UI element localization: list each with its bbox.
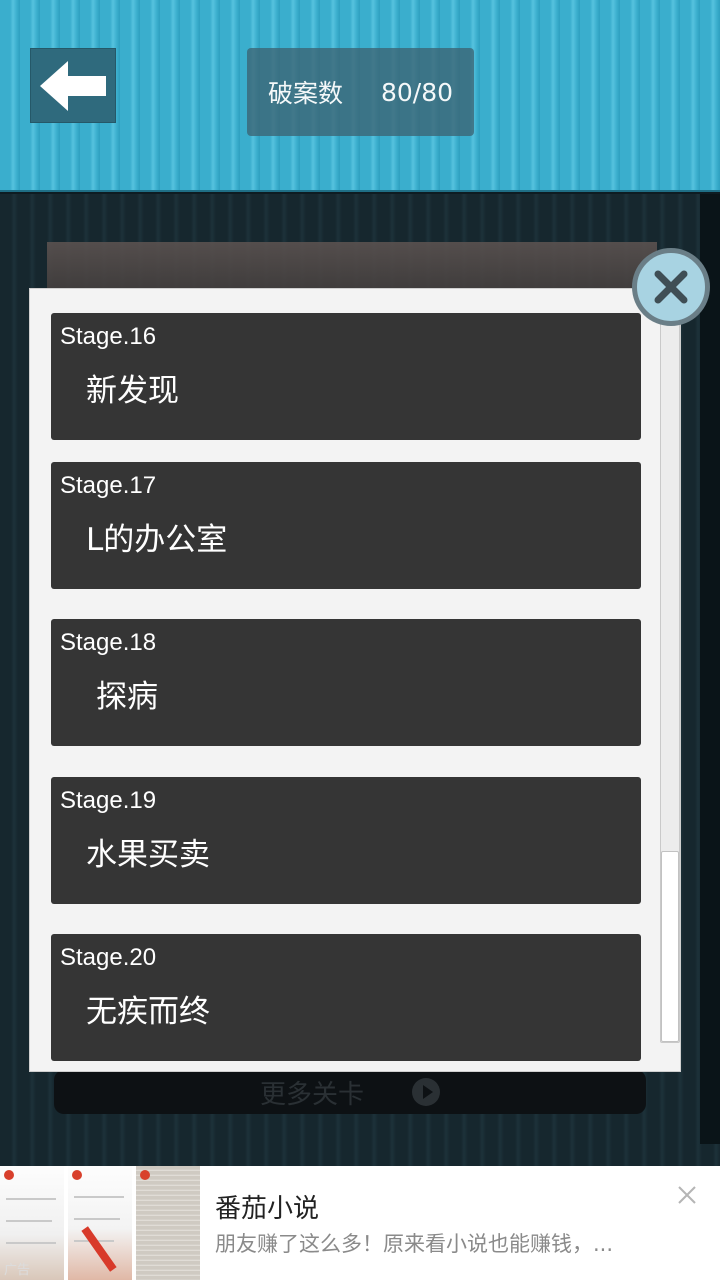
solved-counter: 破案数 80/80 (247, 48, 474, 136)
stage-card-17[interactable]: Stage.17 L的办公室 (51, 462, 641, 589)
app-logo-icon (4, 1170, 14, 1180)
stage-number: Stage.16 (60, 323, 157, 350)
solved-counter-value: 80/80 (380, 77, 454, 107)
ad-title: 番茄小说 (215, 1194, 320, 1224)
stage-card-18[interactable]: Stage.18 探病 (51, 619, 641, 746)
stage-title: 无疾而终 (86, 994, 210, 1030)
stage-card-20[interactable]: Stage.20 无疾而终 (51, 934, 641, 1061)
solved-counter-label: 破案数 (267, 79, 343, 108)
scrollbar-thumb[interactable] (661, 851, 679, 1042)
ad-thumbnail: 广告 (0, 1166, 66, 1280)
stage-number: Stage.17 (60, 472, 157, 499)
ad-close-icon[interactable] (674, 1182, 700, 1208)
close-icon (654, 270, 688, 304)
scene-edge (700, 194, 720, 1144)
app-logo-icon (72, 1170, 82, 1180)
ad-thumbnail (68, 1166, 134, 1280)
stage-number: Stage.19 (60, 787, 157, 814)
stage-title: 新发现 (86, 373, 179, 409)
ad-description: 朋友赚了这么多！原来看小说也能赚钱，... (215, 1232, 614, 1256)
ad-banner[interactable]: 广告 番茄小说 朋友赚了这么多！原来看小说也能赚钱，... (0, 1166, 720, 1280)
more-stages-label: 更多关卡 (259, 1079, 364, 1110)
stage-number: Stage.18 (60, 629, 157, 656)
play-icon (412, 1078, 440, 1106)
app-logo-icon (140, 1170, 150, 1180)
ad-thumbnail (136, 1166, 202, 1280)
stage-number: Stage.20 (60, 944, 157, 971)
ad-tag: 广告 (4, 1263, 31, 1278)
close-dialog-button[interactable] (632, 248, 710, 326)
back-button[interactable] (30, 48, 116, 123)
more-stages-button: 更多关卡 (54, 1070, 646, 1114)
back-arrow-icon (40, 60, 106, 111)
stage-card-16[interactable]: Stage.16 新发现 (51, 313, 641, 440)
top-bar: 破案数 80/80 (0, 0, 720, 192)
stage-select-dialog: Stage.16 新发现 Stage.17 L的办公室 Stage.18 探病 … (29, 288, 681, 1072)
stage-title: 探病 (96, 679, 158, 715)
stage-card-19[interactable]: Stage.19 水果买卖 (51, 777, 641, 904)
stage-title: 水果买卖 (86, 837, 210, 873)
stage-list[interactable]: Stage.16 新发现 Stage.17 L的办公室 Stage.18 探病 … (50, 313, 641, 1061)
stage-title: L的办公室 (86, 522, 228, 558)
